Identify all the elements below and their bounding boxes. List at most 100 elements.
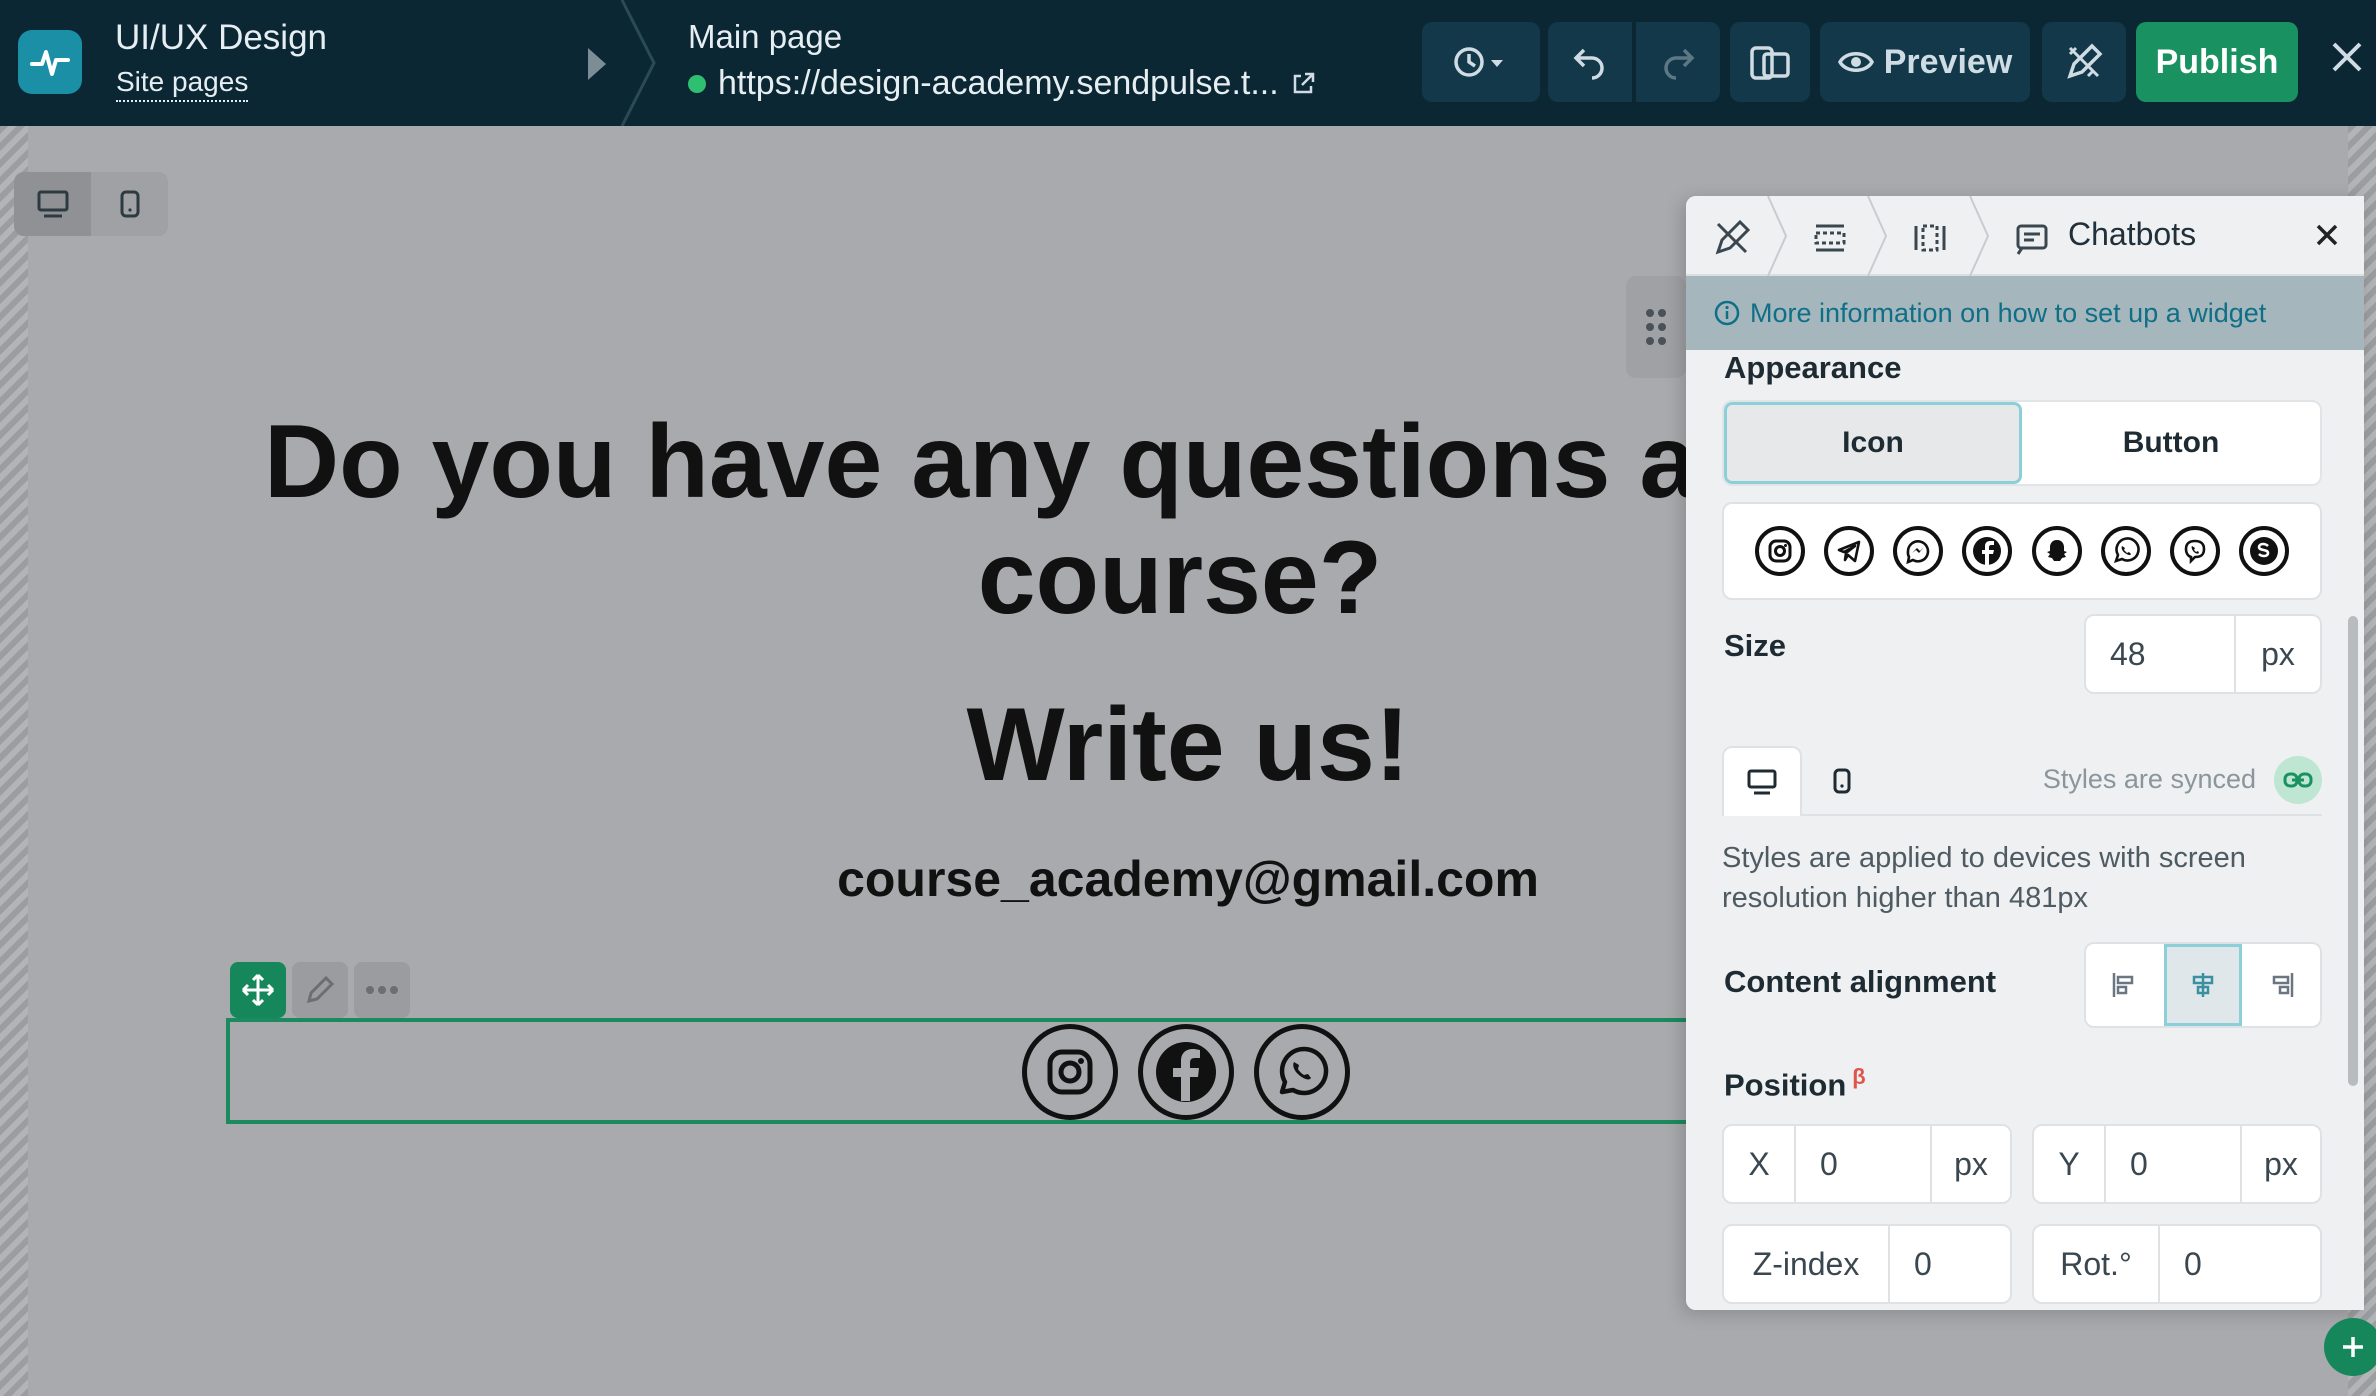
align-right-button[interactable]	[2242, 944, 2320, 1026]
crumb-separator	[1767, 196, 1788, 276]
site-pages-link[interactable]: Site pages	[116, 66, 249, 102]
messenger-icon-picker	[1722, 502, 2322, 600]
more-dots-icon	[366, 986, 398, 994]
desktop-view-button[interactable]	[14, 172, 91, 236]
close-panel-icon[interactable]	[2314, 222, 2340, 248]
appearance-icon-option[interactable]: Icon	[1724, 402, 2022, 484]
size-field: 48 px	[2084, 614, 2322, 694]
pencil-icon	[306, 975, 335, 1004]
zindex-input[interactable]: 0	[1888, 1226, 2010, 1302]
size-input[interactable]: 48	[2086, 616, 2234, 692]
mobile-styles-tab[interactable]	[1802, 746, 1882, 816]
element-toolbar	[230, 962, 410, 1018]
plus-icon	[2343, 1337, 2363, 1357]
content-alignment-label: Content alignment	[1724, 964, 1997, 999]
undo-button[interactable]	[1548, 22, 1632, 102]
content-alignment-group	[2084, 942, 2322, 1028]
device-preview-button[interactable]	[1730, 22, 1810, 102]
column-icon[interactable]	[1910, 218, 1950, 258]
section-icon[interactable]	[1810, 218, 1850, 258]
zindex-field: Z-index 0	[1722, 1224, 2012, 1304]
desktop-icon	[1747, 769, 1777, 795]
publish-button[interactable]: Publish	[2136, 22, 2298, 102]
redo-button[interactable]	[1636, 22, 1720, 102]
mobile-icon	[1833, 768, 1851, 794]
panel-scrollbar[interactable]	[2348, 616, 2358, 1086]
history-button[interactable]	[1422, 22, 1540, 102]
move-icon	[241, 973, 275, 1007]
x-unit[interactable]: px	[1930, 1126, 2010, 1202]
size-label: Size	[1724, 628, 1787, 663]
headline-line-1: Do you have any questions a	[264, 404, 1698, 520]
page-title: Main page	[688, 18, 843, 55]
panel-drag-handle[interactable]	[1626, 276, 1686, 378]
eye-icon	[1837, 52, 1874, 72]
whatsapp-icon[interactable]	[1254, 1024, 1350, 1120]
align-center-button[interactable]	[2163, 944, 2242, 1026]
more-options-button[interactable]	[354, 962, 410, 1018]
mobile-icon	[120, 190, 139, 218]
facebook-icon[interactable]	[1138, 1024, 1234, 1120]
link-icon	[2283, 772, 2313, 788]
page-url-text: https://design-academy.sendpulse.t...	[718, 64, 1279, 102]
info-icon	[1714, 300, 1740, 326]
preview-button[interactable]: Preview	[1820, 22, 2030, 102]
instagram-icon[interactable]	[1022, 1024, 1118, 1120]
styles-synced-label: Styles are synced	[2042, 764, 2256, 794]
align-center-icon	[2192, 973, 2214, 997]
design-tools-button[interactable]	[2042, 22, 2126, 102]
crumb-separator	[1969, 196, 1990, 276]
design-tools-icon[interactable]	[1712, 218, 1752, 258]
external-link-icon[interactable]	[1291, 72, 1315, 96]
desktop-styles-tab[interactable]	[1722, 746, 1802, 816]
facebook-icon[interactable]	[1962, 526, 2013, 576]
instagram-icon[interactable]	[1755, 526, 1806, 576]
history-icon	[1454, 47, 1503, 77]
whatsapp-icon[interactable]	[2100, 526, 2151, 576]
widget-help-link[interactable]: More information on how to set up a widg…	[1686, 276, 2364, 350]
align-right-icon	[2272, 973, 2294, 997]
telegram-icon[interactable]	[1824, 526, 1875, 576]
pulse-icon	[30, 50, 70, 76]
align-left-button[interactable]	[2086, 944, 2164, 1026]
rotation-field: Rot.° 0	[2032, 1224, 2322, 1304]
edit-element-button[interactable]	[292, 962, 348, 1018]
devices-icon	[1750, 46, 1790, 80]
appearance-toggle: Icon Button	[1722, 400, 2322, 486]
x-input[interactable]: 0	[1794, 1126, 1930, 1202]
chat-icon	[2016, 224, 2048, 255]
device-style-tabs: Styles are synced	[1722, 746, 2322, 816]
size-unit[interactable]: px	[2234, 616, 2320, 692]
mobile-view-button[interactable]	[91, 172, 168, 236]
position-label: Position β	[1724, 1064, 1866, 1103]
expand-pages-icon[interactable]	[588, 48, 606, 80]
drag-dots-icon	[1646, 309, 1666, 345]
selected-widget-frame[interactable]	[226, 1018, 1686, 1124]
add-block-button[interactable]	[2324, 1318, 2376, 1376]
align-left-icon	[2112, 973, 2134, 997]
skype-icon[interactable]	[2238, 526, 2289, 576]
viber-icon[interactable]	[2169, 526, 2220, 576]
desktop-icon	[37, 190, 68, 218]
rotation-input[interactable]: 0	[2158, 1226, 2320, 1302]
canvas-device-toggle	[14, 172, 168, 236]
panel-title: Chatbots	[2068, 216, 2197, 252]
y-input[interactable]: 0	[2104, 1126, 2240, 1202]
rotation-label: Rot.°	[2060, 1245, 2132, 1282]
snapchat-icon[interactable]	[2031, 526, 2082, 576]
preview-label: Preview	[1883, 42, 2013, 81]
widget-help-text: More information on how to set up a widg…	[1750, 297, 2267, 328]
page-url[interactable]: https://design-academy.sendpulse.t...	[688, 64, 1315, 103]
y-unit[interactable]: px	[2240, 1126, 2320, 1202]
move-element-button[interactable]	[230, 962, 286, 1018]
close-editor-icon[interactable]	[2330, 40, 2364, 74]
redo-icon	[1664, 48, 1695, 80]
crumb-separator	[1867, 196, 1888, 276]
appearance-button-option[interactable]: Button	[2022, 402, 2320, 484]
beta-badge: β	[1852, 1064, 1866, 1089]
status-dot	[688, 74, 706, 93]
messenger-icon[interactable]	[1893, 526, 1944, 576]
app-logo[interactable]	[18, 30, 82, 94]
sync-styles-button[interactable]	[2274, 756, 2322, 804]
appearance-label: Appearance	[1724, 350, 1902, 385]
